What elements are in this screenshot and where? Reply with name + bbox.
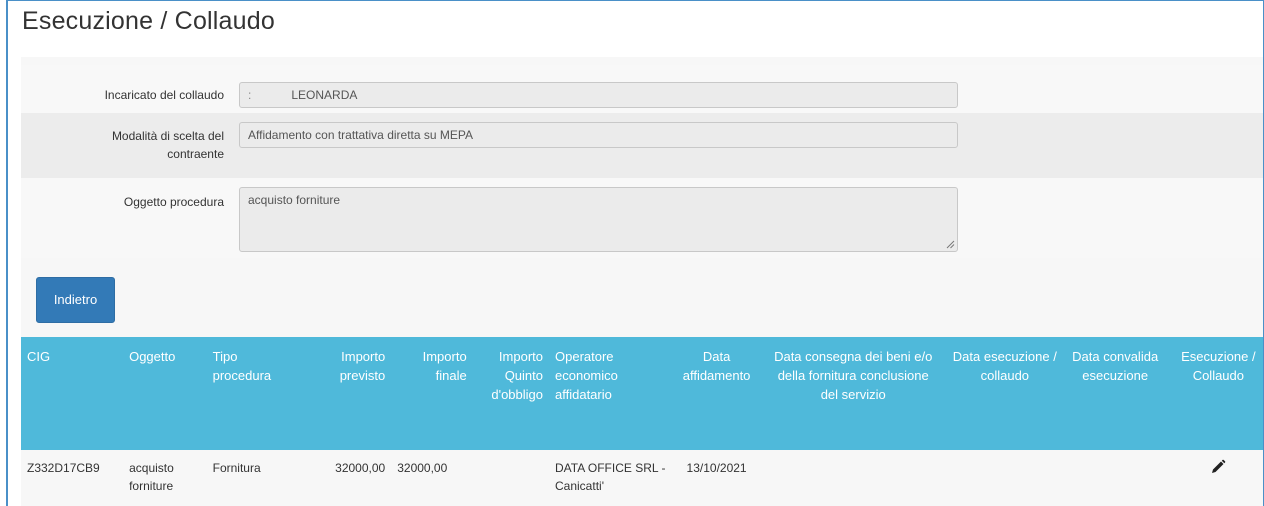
tester-prefix: : (248, 88, 252, 102)
col-header-data-consegna[interactable]: Data consegna dei beni e/o della fornitu… (761, 337, 945, 450)
table-header-row: CIG Oggetto Tipo procedura Importo previ… (21, 337, 1263, 450)
cell-importo-quinto (472, 450, 549, 504)
cell-oggetto: acquisto forniture (123, 450, 207, 504)
cell-data-affidamento: 13/10/2021 (671, 450, 762, 504)
col-header-importo-previsto[interactable]: Importo previsto (304, 337, 392, 450)
detail-card: Incaricato del collaudo : LEONARDA Modali… (21, 57, 1263, 506)
cell-action (1165, 450, 1263, 504)
col-header-cig[interactable]: CIG (21, 337, 123, 450)
tester-field[interactable]: : LEONARDA (239, 82, 958, 108)
cell-data-convalida (1064, 450, 1166, 504)
procedure-choice-row: Modalità di scelta del contraente Affida… (21, 113, 1263, 178)
app-frame: Esecuzione / Collaudo Incaricato del col… (6, 0, 1264, 506)
tester-label: Incaricato del collaudo (104, 88, 224, 102)
procedure-object-value: acquisto forniture (248, 193, 341, 207)
col-header-data-esecuzione[interactable]: Data esecuzione / collaudo (945, 337, 1065, 450)
procedure-object-textarea[interactable]: acquisto forniture (239, 187, 958, 252)
col-header-oggetto[interactable]: Oggetto (123, 337, 207, 450)
back-button[interactable]: Indietro (36, 277, 115, 323)
col-header-operatore[interactable]: Operatore economico affidatario (549, 337, 672, 450)
cell-cig: Z332D17CB9 (21, 450, 124, 504)
col-header-tipo-procedura[interactable]: Tipo procedura (207, 337, 304, 450)
cell-importo-finale: 32000,00 (391, 450, 473, 504)
cell-importo-previsto: 32000,00 (303, 450, 392, 504)
cell-operatore: DATA OFFICE SRL - Canicatti' (549, 450, 672, 504)
cell-tipo-procedura: Fornitura (206, 450, 304, 504)
procedure-object-label: Oggetto procedura (123, 195, 224, 209)
col-header-esecuzione-collaudo[interactable]: Esecuzione / Collaudo (1166, 337, 1263, 450)
procedure-object-row: Oggetto procedura acquisto forniture (21, 178, 1263, 258)
col-header-data-convalida[interactable]: Data convalida esecuzione (1065, 337, 1166, 450)
page-title: Esecuzione / Collaudo (22, 7, 275, 35)
col-header-data-affidamento[interactable]: Data affidamento (672, 337, 762, 450)
results-table: CIG Oggetto Tipo procedura Importo previ… (21, 337, 1263, 504)
cell-data-consegna (761, 450, 946, 504)
cell-data-esecuzione (945, 450, 1065, 504)
tester-row: Incaricato del collaudo : LEONARDA (21, 65, 1263, 113)
tester-value: LEONARDA (291, 88, 358, 102)
col-header-importo-finale[interactable]: Importo finale (391, 337, 472, 450)
resize-handle-icon[interactable] (946, 240, 955, 249)
table-row: Z332D17CB9 acquisto forniture Fornitura … (21, 450, 1263, 504)
col-header-importo-quinto[interactable]: Importo Quinto d'obbligo (473, 337, 549, 450)
procedure-choice-label: Modalità di scelta del contraente (111, 129, 224, 161)
procedure-choice-field[interactable]: Affidamento con trattativa diretta su ME… (239, 122, 958, 148)
pencil-icon[interactable] (1210, 459, 1226, 475)
